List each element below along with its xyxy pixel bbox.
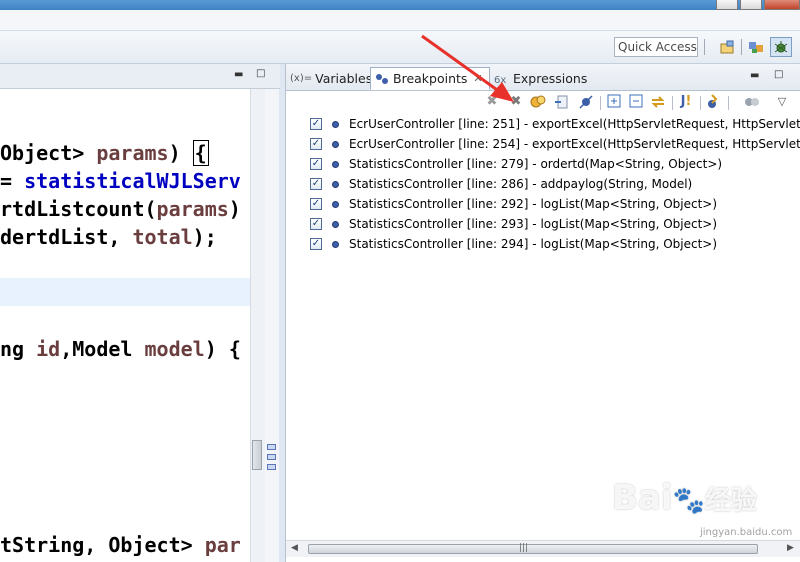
- close-tab-icon[interactable]: ✕: [473, 68, 482, 90]
- breakpoint-checkbox[interactable]: ✓: [310, 238, 322, 250]
- tab-expressions[interactable]: 6x Expressions: [494, 67, 587, 90]
- minimize-button[interactable]: [716, 0, 738, 10]
- breakpoints-icon: [376, 73, 388, 84]
- link-with-debug-view-icon[interactable]: [650, 94, 666, 110]
- list-item[interactable]: ✓ StatisticsController [line: 293] - log…: [310, 214, 717, 234]
- minimize-view-icon[interactable]: ▬: [750, 70, 759, 81]
- list-item[interactable]: ✓ StatisticsController [line: 279] - ord…: [310, 154, 722, 174]
- open-perspective-icon[interactable]: [716, 37, 738, 57]
- expand-all-icon[interactable]: [606, 94, 622, 110]
- code-editor[interactable]: Object> params) { = statisticalWJLServ r…: [0, 89, 250, 562]
- overview-ruler: [265, 89, 279, 562]
- maximize-view-icon[interactable]: □: [774, 69, 783, 80]
- toolbar-separator: [672, 96, 673, 110]
- code-line: ng id,Model model) {: [0, 337, 241, 361]
- overview-marker[interactable]: [267, 464, 276, 470]
- show-breakpoints-supported-icon[interactable]: [530, 94, 546, 110]
- menubar: [0, 10, 800, 31]
- code-line: tString, Object> par: [0, 533, 241, 557]
- horizontal-scroll-thumb[interactable]: |||: [308, 543, 758, 554]
- tab-variables[interactable]: (x)= Variables: [290, 67, 372, 90]
- editor-tabbar: ▬ □: [0, 64, 280, 89]
- window-titlebar: [0, 0, 800, 10]
- debug-perspective-icon[interactable]: [770, 37, 792, 57]
- watermark-url: jingyan.baidu.com: [700, 527, 793, 538]
- editor-scroll-thumb[interactable]: [252, 440, 262, 470]
- breakpoint-icon: [332, 180, 339, 188]
- breakpoint-checkbox[interactable]: ✓: [310, 118, 322, 130]
- maximize-editor-icon[interactable]: □: [256, 68, 265, 79]
- toolbar-separator: [704, 39, 705, 55]
- code-line: = statisticalWJLServ: [0, 169, 241, 193]
- breakpoint-checkbox[interactable]: ✓: [310, 198, 322, 210]
- baidu-watermark: Bai🐾经验: [612, 478, 757, 518]
- current-line-highlight: [0, 278, 250, 306]
- variables-icon: (x)=: [290, 72, 313, 84]
- breakpoint-icon: [332, 200, 339, 208]
- toolbar-separator: [741, 39, 742, 55]
- main-toolbar: Quick Access: [0, 31, 800, 64]
- view-menu-icon[interactable]: ▽: [774, 94, 790, 110]
- toolbar-separator: [700, 96, 701, 110]
- matching-brace: {: [192, 140, 209, 166]
- quick-access-input[interactable]: Quick Access: [614, 37, 698, 57]
- breakpoint-icon: [332, 220, 339, 228]
- skip-all-breakpoints-icon[interactable]: [578, 94, 594, 110]
- import-breakpoints-icon[interactable]: [706, 94, 722, 110]
- breakpoint-icon: [332, 120, 339, 128]
- scroll-left-icon[interactable]: ◀: [291, 543, 298, 553]
- breakpoint-icon: [332, 140, 339, 148]
- list-item[interactable]: ✓ StatisticsController [line: 286] - add…: [310, 174, 692, 194]
- code-line: dertdList, total);: [0, 225, 217, 249]
- minimize-editor-icon[interactable]: ▬: [234, 69, 243, 80]
- code-line: Object> params) {: [0, 140, 209, 166]
- expressions-icon: 6x: [494, 75, 506, 85]
- breakpoints-toolbar: ✖ ✖ J! ▽: [286, 91, 800, 113]
- maximize-button[interactable]: [740, 0, 762, 10]
- breakpoint-icon: [332, 160, 339, 168]
- scroll-right-icon[interactable]: ▶: [787, 543, 794, 553]
- remove-all-breakpoints-icon[interactable]: ✖: [508, 94, 524, 110]
- toolbar-separator: [600, 96, 601, 110]
- java-perspective-icon[interactable]: [745, 37, 767, 57]
- breakpoint-checkbox[interactable]: ✓: [310, 218, 322, 230]
- group-by-icon[interactable]: [744, 94, 760, 110]
- toolbar-separator: [728, 96, 729, 110]
- list-item[interactable]: ✓ EcrUserController [line: 254] - export…: [310, 134, 800, 154]
- editor-vertical-scrollbar[interactable]: [250, 89, 265, 562]
- go-to-file-icon[interactable]: [554, 94, 570, 110]
- list-item[interactable]: ✓ EcrUserController [line: 251] - export…: [310, 114, 800, 134]
- breakpoint-checkbox[interactable]: ✓: [310, 178, 322, 190]
- close-button[interactable]: [764, 0, 800, 10]
- svg-text:6x: 6x: [494, 75, 506, 85]
- breakpoint-checkbox[interactable]: ✓: [310, 158, 322, 170]
- overview-marker[interactable]: [267, 444, 276, 450]
- horizontal-scrollbar[interactable]: ◀ ||| ▶: [286, 540, 800, 557]
- code-line: rtdListcount(params): [0, 197, 241, 221]
- window-controls: [714, 0, 800, 10]
- tab-breakpoints[interactable]: Breakpoints ✕: [370, 67, 490, 90]
- list-item[interactable]: ✓ StatisticsController [line: 294] - log…: [310, 234, 717, 254]
- breakpoint-checkbox[interactable]: ✓: [310, 138, 322, 150]
- list-item[interactable]: ✓ StatisticsController [line: 292] - log…: [310, 194, 717, 214]
- add-java-exception-breakpoint-icon[interactable]: J!: [678, 94, 694, 110]
- breakpoint-icon: [332, 240, 339, 248]
- remove-breakpoint-icon[interactable]: ✖: [484, 94, 500, 110]
- overview-marker[interactable]: [267, 454, 276, 460]
- view-tabbar: (x)= Variables Breakpoints ✕ 6x Expressi…: [286, 64, 800, 91]
- collapse-all-icon[interactable]: [628, 94, 644, 110]
